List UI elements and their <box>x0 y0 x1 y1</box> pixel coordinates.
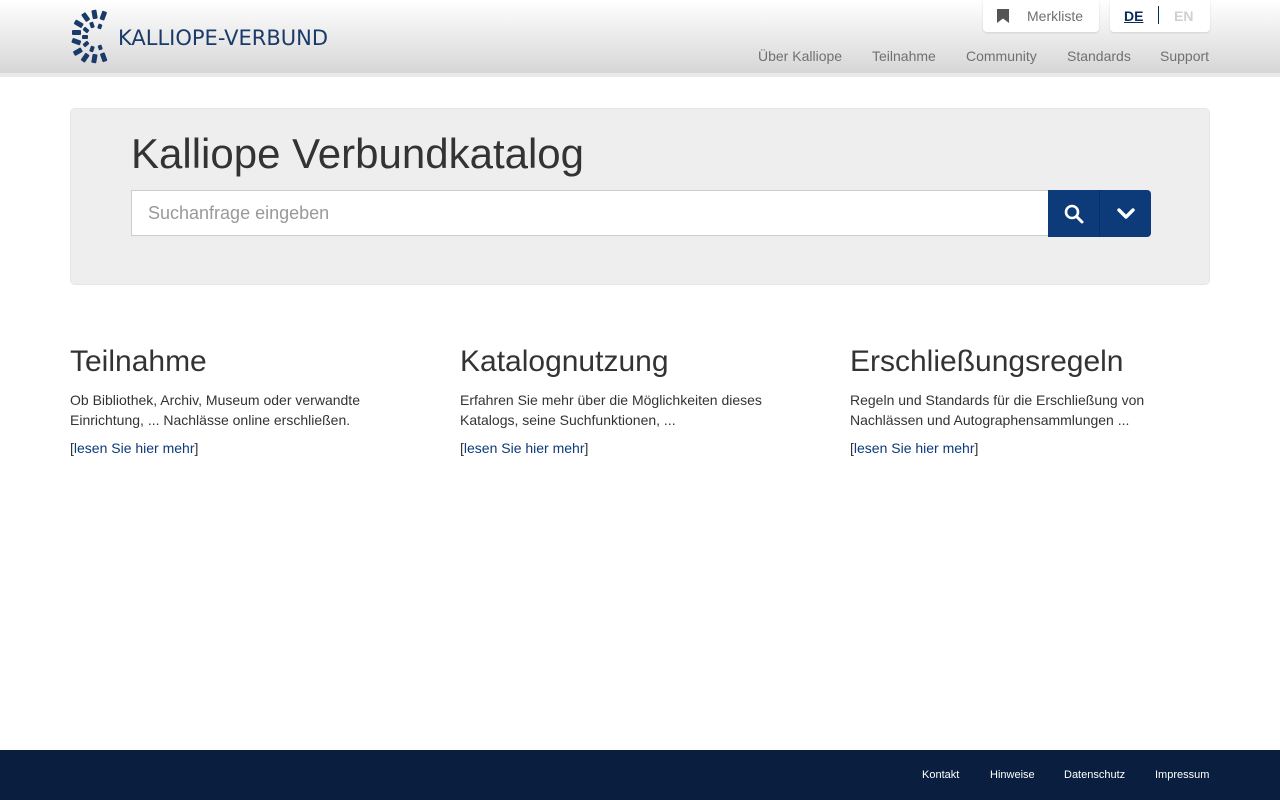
footer-link-impressum[interactable]: Impressum <box>1155 769 1209 781</box>
teaser-text: Ob Bibliothek, Archiv, Museum oder verwa… <box>70 392 360 428</box>
footer-link-kontakt[interactable]: Kontakt <box>922 769 959 781</box>
teaser-more: [lesen Sie hier mehr] <box>850 440 979 456</box>
nav-item-community[interactable]: Community <box>966 48 1037 64</box>
teaser-more-link[interactable]: lesen Sie hier mehr <box>854 440 975 456</box>
teaser-teilnahme: Teilnahme Ob Bibliothek, Archiv, Museum … <box>70 344 430 456</box>
bookmark-icon <box>997 9 1009 23</box>
footer-link-datenschutz[interactable]: Datenschutz <box>1064 769 1125 781</box>
chevron-down-icon <box>1116 207 1135 219</box>
teaser-more: [lesen Sie hier mehr] <box>70 440 199 456</box>
kalliope-logo-icon <box>71 9 108 64</box>
search-button[interactable] <box>1048 190 1100 237</box>
nav-item-ueber-kalliope[interactable]: Über Kalliope <box>758 48 842 64</box>
nav-item-standards[interactable]: Standards <box>1067 48 1131 64</box>
site-footer: Kontakt Hinweise Datenschutz Impressum <box>0 750 1280 800</box>
teaser-title: Teilnahme <box>70 345 207 378</box>
merkliste-button[interactable]: Merkliste <box>983 0 1099 32</box>
search-panel: Kalliope Verbundkatalog <box>70 108 1210 285</box>
site-logo-text: KALLIOPE-VERBUND <box>118 26 329 50</box>
merkliste-label: Merkliste <box>1027 8 1084 24</box>
teaser-more-link[interactable]: lesen Sie hier mehr <box>74 440 195 456</box>
teaser-text: Regeln und Standards für die Erschließun… <box>850 392 1145 428</box>
nav-item-teilnahme[interactable]: Teilnahme <box>872 48 936 64</box>
lang-de-link[interactable]: DE <box>1124 8 1143 24</box>
search-options-dropdown-button[interactable] <box>1099 190 1151 237</box>
teaser-more: [lesen Sie hier mehr] <box>460 440 589 456</box>
site-logo[interactable]: KALLIOPE-VERBUND <box>70 8 328 64</box>
teaser-title: Erschließungsregeln <box>850 345 1124 378</box>
nav-item-support[interactable]: Support <box>1160 48 1209 64</box>
lang-separator <box>1158 6 1159 24</box>
page-title: Kalliope Verbundkatalog <box>131 130 585 177</box>
search-icon <box>1064 204 1084 223</box>
teaser-more-link[interactable]: lesen Sie hier mehr <box>464 440 585 456</box>
teaser-title: Katalognutzung <box>460 345 669 378</box>
teaser-erschliessungsregeln: Erschließungsregeln Regeln und Standards… <box>850 344 1210 456</box>
language-switcher: DE EN <box>1110 0 1210 32</box>
site-header: KALLIOPE-VERBUND Merkliste DE EN Über Ka… <box>0 0 1280 77</box>
search-input[interactable] <box>131 190 1049 236</box>
lang-en-link[interactable]: EN <box>1174 8 1193 24</box>
teaser-katalognutzung: Katalognutzung Erfahren Sie mehr über di… <box>460 344 820 456</box>
footer-link-hinweise[interactable]: Hinweise <box>990 769 1035 781</box>
teaser-text: Erfahren Sie mehr über die Möglichkeiten… <box>460 392 762 428</box>
